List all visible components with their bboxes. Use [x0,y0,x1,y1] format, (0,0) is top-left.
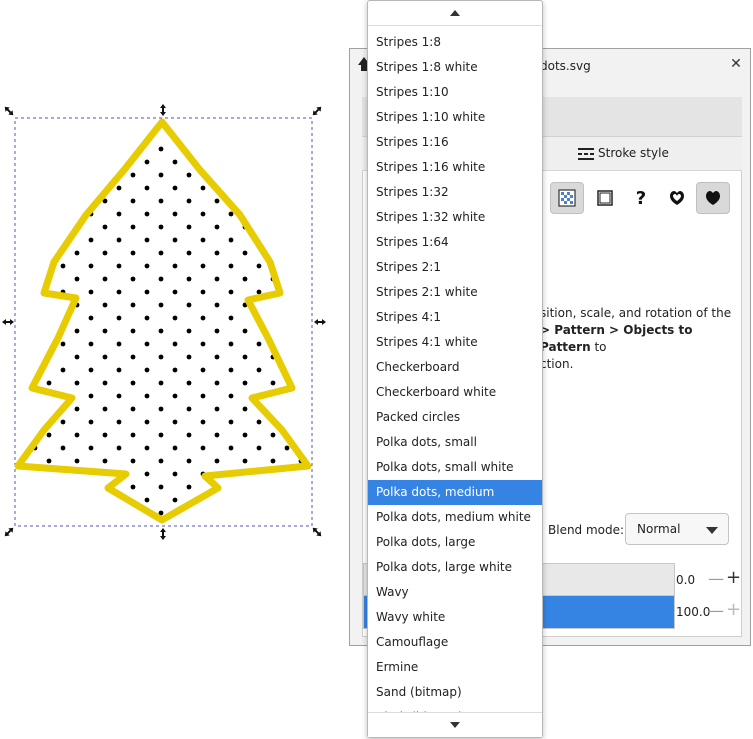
chevron-down-icon [450,722,460,728]
handle-bottom-right [312,527,322,537]
swatch-icon [597,190,613,206]
handle-right [314,319,326,325]
pattern-option[interactable]: Stripes 4:1 [368,305,542,330]
pattern-option[interactable]: Stripes 1:10 [368,80,542,105]
help-line-2-bold: > Pattern > Objects to Pattern [540,323,693,354]
drawing-svg[interactable] [0,100,340,545]
handle-top [160,104,166,116]
pattern-option[interactable]: Stripes 1:32 [368,180,542,205]
pattern-option[interactable]: Polka dots, small [368,430,542,455]
chevron-up-icon [450,10,460,16]
pattern-option[interactable]: Checkerboard white [368,380,542,405]
pattern-option[interactable]: Packed circles [368,405,542,430]
handle-top-left [4,106,14,116]
pattern-option[interactable]: Camouflage [368,630,542,655]
help-line-3: ction. [540,357,574,371]
pattern-option[interactable]: Stripes 1:8 [368,30,542,55]
help-line-2-rest: to [590,340,607,354]
pattern-help-text: sition, scale, and rotation of the > Pat… [540,305,740,373]
pattern-option[interactable]: Stripes 2:1 white [368,280,542,305]
evenodd-icon [670,191,684,205]
nonzero-button[interactable] [696,182,730,214]
pattern-option[interactable]: Polka dots, large [368,530,542,555]
handle-top-right [312,106,322,116]
chevron-down-icon [706,527,718,534]
pattern-option[interactable]: Wavy white [368,605,542,630]
unset-icon: ? [635,187,647,209]
scroll-up-button[interactable] [368,1,542,26]
pattern-option[interactable]: Sand (bitmap) [368,680,542,705]
pattern-option[interactable]: Wavy [368,580,542,605]
unset-button[interactable]: ? [624,182,658,214]
pattern-option[interactable]: Checkerboard [368,355,542,380]
blend-mode-select[interactable]: Normal [625,513,729,545]
pattern-option[interactable]: Stripes 1:16 [368,130,542,155]
opacity-value[interactable]: 100.0 [676,605,710,619]
pattern-option[interactable]: Stripes 1:64 [368,230,542,255]
pattern-option[interactable]: Polka dots, medium [368,480,542,505]
blur-decrement-icon[interactable]: — [708,569,724,588]
pattern-list: Stripes 1:8 Stripes 1:8 white Stripes 1:10… [368,30,542,714]
stroke-style-icon [578,148,594,160]
close-icon[interactable]: ✕ [728,56,744,72]
opacity-increment-icon[interactable]: + [726,599,741,620]
handle-bottom [160,528,166,540]
pattern-dropdown-popup: Stripes 1:8 Stripes 1:8 white Stripes 1:10… [367,0,543,738]
handle-bottom-left [4,527,14,537]
pattern-option[interactable]: Polka dots, small white [368,455,542,480]
pattern-option[interactable]: Stripes 1:10 white [368,105,542,130]
blur-value[interactable]: 0.0 [676,573,695,587]
scroll-down-button[interactable] [368,712,542,737]
blur-increment-icon[interactable]: + [726,567,741,588]
pattern-option[interactable]: Stripes 1:8 white [368,55,542,80]
opacity-decrement-icon[interactable]: — [708,601,724,620]
tab-stroke-style-label: Stroke style [598,146,669,160]
pattern-option[interactable]: Polka dots, medium white [368,505,542,530]
canvas[interactable] [0,100,340,545]
help-line-1: sition, scale, and rotation of the [540,306,732,320]
dialog-title: dots.svg [540,59,591,73]
pattern-option[interactable]: Polka dots, large white [368,555,542,580]
pattern-option[interactable]: Ermine [368,655,542,680]
pattern-icon [558,189,576,207]
pattern-option[interactable]: Stripes 2:1 [368,255,542,280]
blend-mode-value: Normal [637,522,681,536]
pattern-button[interactable] [550,182,584,214]
pattern-option[interactable]: Stripes 1:32 white [368,205,542,230]
evenodd-button[interactable] [660,182,694,214]
pattern-option[interactable]: Stripes 4:1 white [368,330,542,355]
pattern-option[interactable]: Stripes 1:16 white [368,155,542,180]
blend-mode-label: Blend mode: [548,523,625,537]
nonzero-icon [706,191,720,205]
tree-shape[interactable] [14,118,312,524]
swatch-button[interactable] [588,182,622,214]
handle-left [2,319,14,325]
